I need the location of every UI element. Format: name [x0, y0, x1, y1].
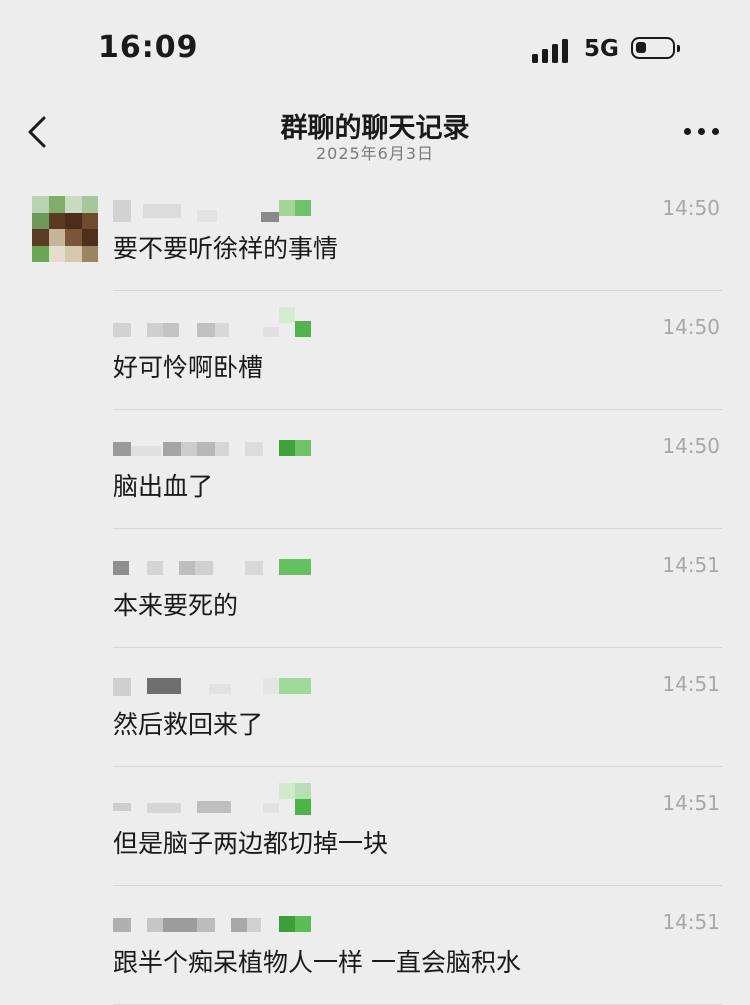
sender-name-redacted	[113, 914, 313, 936]
message-time: 14:50	[662, 196, 720, 220]
message-text: 跟半个痴呆植物人一样 一直会脑积水	[113, 948, 521, 977]
message-item: 好可怜啊卧槽 14:50	[0, 291, 750, 410]
message-text: 本来要死的	[113, 591, 239, 620]
sender-name-redacted	[113, 557, 313, 579]
nav-bar: 群聊的聊天记录 2025年6月3日	[0, 100, 750, 172]
message-item: 但是脑子两边都切掉一块 14:51	[0, 767, 750, 886]
message-text: 但是脑子两边都切掉一块	[113, 829, 389, 858]
message-item: 要不要听徐祥的事情 14:50	[0, 172, 750, 291]
message-text: 然后救回来了	[113, 710, 264, 739]
sender-name-redacted	[113, 200, 313, 222]
avatar[interactable]	[32, 196, 98, 262]
signal-icon	[532, 39, 568, 63]
message-item: 脑出血了 14:50	[0, 410, 750, 529]
message-time: 14:51	[662, 910, 720, 934]
more-icon[interactable]	[682, 126, 722, 138]
message-text: 好可怜啊卧槽	[113, 353, 264, 382]
page-subtitle-date: 2025年6月3日	[315, 144, 435, 163]
battery-icon	[631, 37, 680, 59]
message-time: 14:51	[662, 672, 720, 696]
message-item: 本来要死的 14:51	[0, 529, 750, 648]
message-item: 然后救回来了 14:51	[0, 648, 750, 767]
status-time: 16:09	[98, 30, 199, 65]
sender-name-redacted	[113, 438, 313, 460]
message-time: 14:51	[662, 791, 720, 815]
message-time: 14:50	[662, 434, 720, 458]
message-text: 要不要听徐祥的事情	[113, 234, 339, 263]
status-bar: 16:09 5G	[0, 0, 750, 100]
message-text: 脑出血了	[113, 472, 214, 501]
sender-name-redacted	[113, 307, 313, 341]
message-time: 14:51	[662, 553, 720, 577]
network-type: 5G	[584, 36, 619, 62]
message-item: 跟半个痴呆植物人一样 一直会脑积水 14:51	[0, 886, 750, 1005]
sender-name-redacted	[113, 783, 313, 817]
message-time: 14:50	[662, 315, 720, 339]
chat-record-list: 要不要听徐祥的事情 14:50 好可怜啊卧槽 14:50 脑出血了 14:50 …	[0, 172, 750, 1005]
sender-name-redacted	[113, 676, 313, 698]
